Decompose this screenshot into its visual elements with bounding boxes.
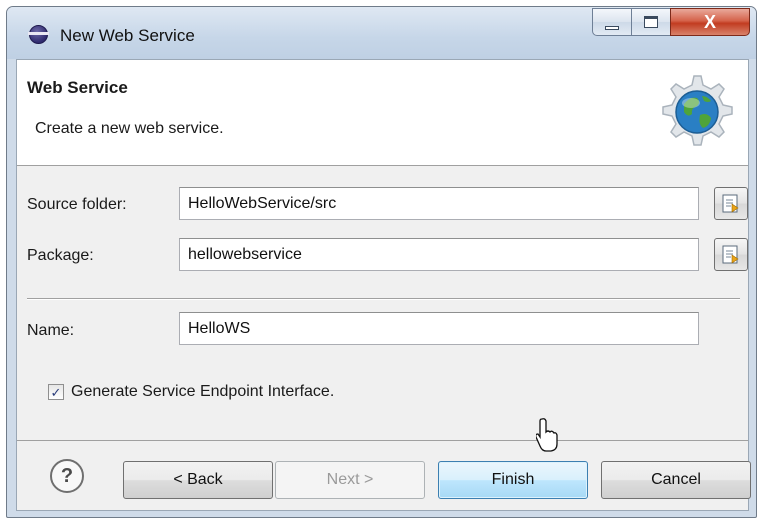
close-icon: X [703,11,716,32]
title-bar[interactable]: New Web Service X [7,7,756,59]
help-icon: ? [60,464,74,487]
maximize-button[interactable] [631,8,671,36]
package-input[interactable] [179,238,699,271]
maximize-icon [644,16,658,28]
browse-icon [722,194,739,213]
source-folder-label: Source folder: [27,196,127,213]
finish-button[interactable]: Finish [438,461,588,499]
dialog-client-area: Web Service Create a new web service. So… [16,59,751,512]
cancel-button[interactable]: Cancel [601,461,751,499]
minimize-icon [605,26,619,30]
package-label: Package: [27,247,94,264]
window-title: New Web Service [60,26,195,45]
web-service-globe-gear-icon [662,75,733,146]
form-separator [27,298,740,300]
package-browse-button[interactable] [714,238,748,271]
button-bar: ? < Back Next > Finish Cancel [17,440,751,512]
mouse-pointer-icon [536,418,558,452]
generate-sei-checkbox[interactable]: ✓ [48,384,64,400]
source-folder-browse-button[interactable] [714,187,748,220]
source-folder-input[interactable] [179,187,699,220]
back-button[interactable]: < Back [123,461,273,499]
next-button[interactable]: Next > [275,461,425,499]
wizard-banner: Web Service Create a new web service. [17,60,748,166]
eclipse-app-icon [28,25,49,44]
close-button[interactable]: X [670,8,750,36]
dialog-window: New Web Service X Web Service Create a n… [6,6,757,518]
minimize-button[interactable] [592,8,632,36]
name-label: Name: [27,322,75,339]
generate-sei-label[interactable]: Generate Service Endpoint Interface. [71,383,334,401]
page-description: Create a new web service. [35,120,224,137]
name-input[interactable] [179,312,699,345]
help-button[interactable]: ? [50,459,84,493]
page-title: Web Service [27,78,128,97]
browse-icon [722,245,739,264]
checkmark-icon: ✓ [50,384,62,400]
